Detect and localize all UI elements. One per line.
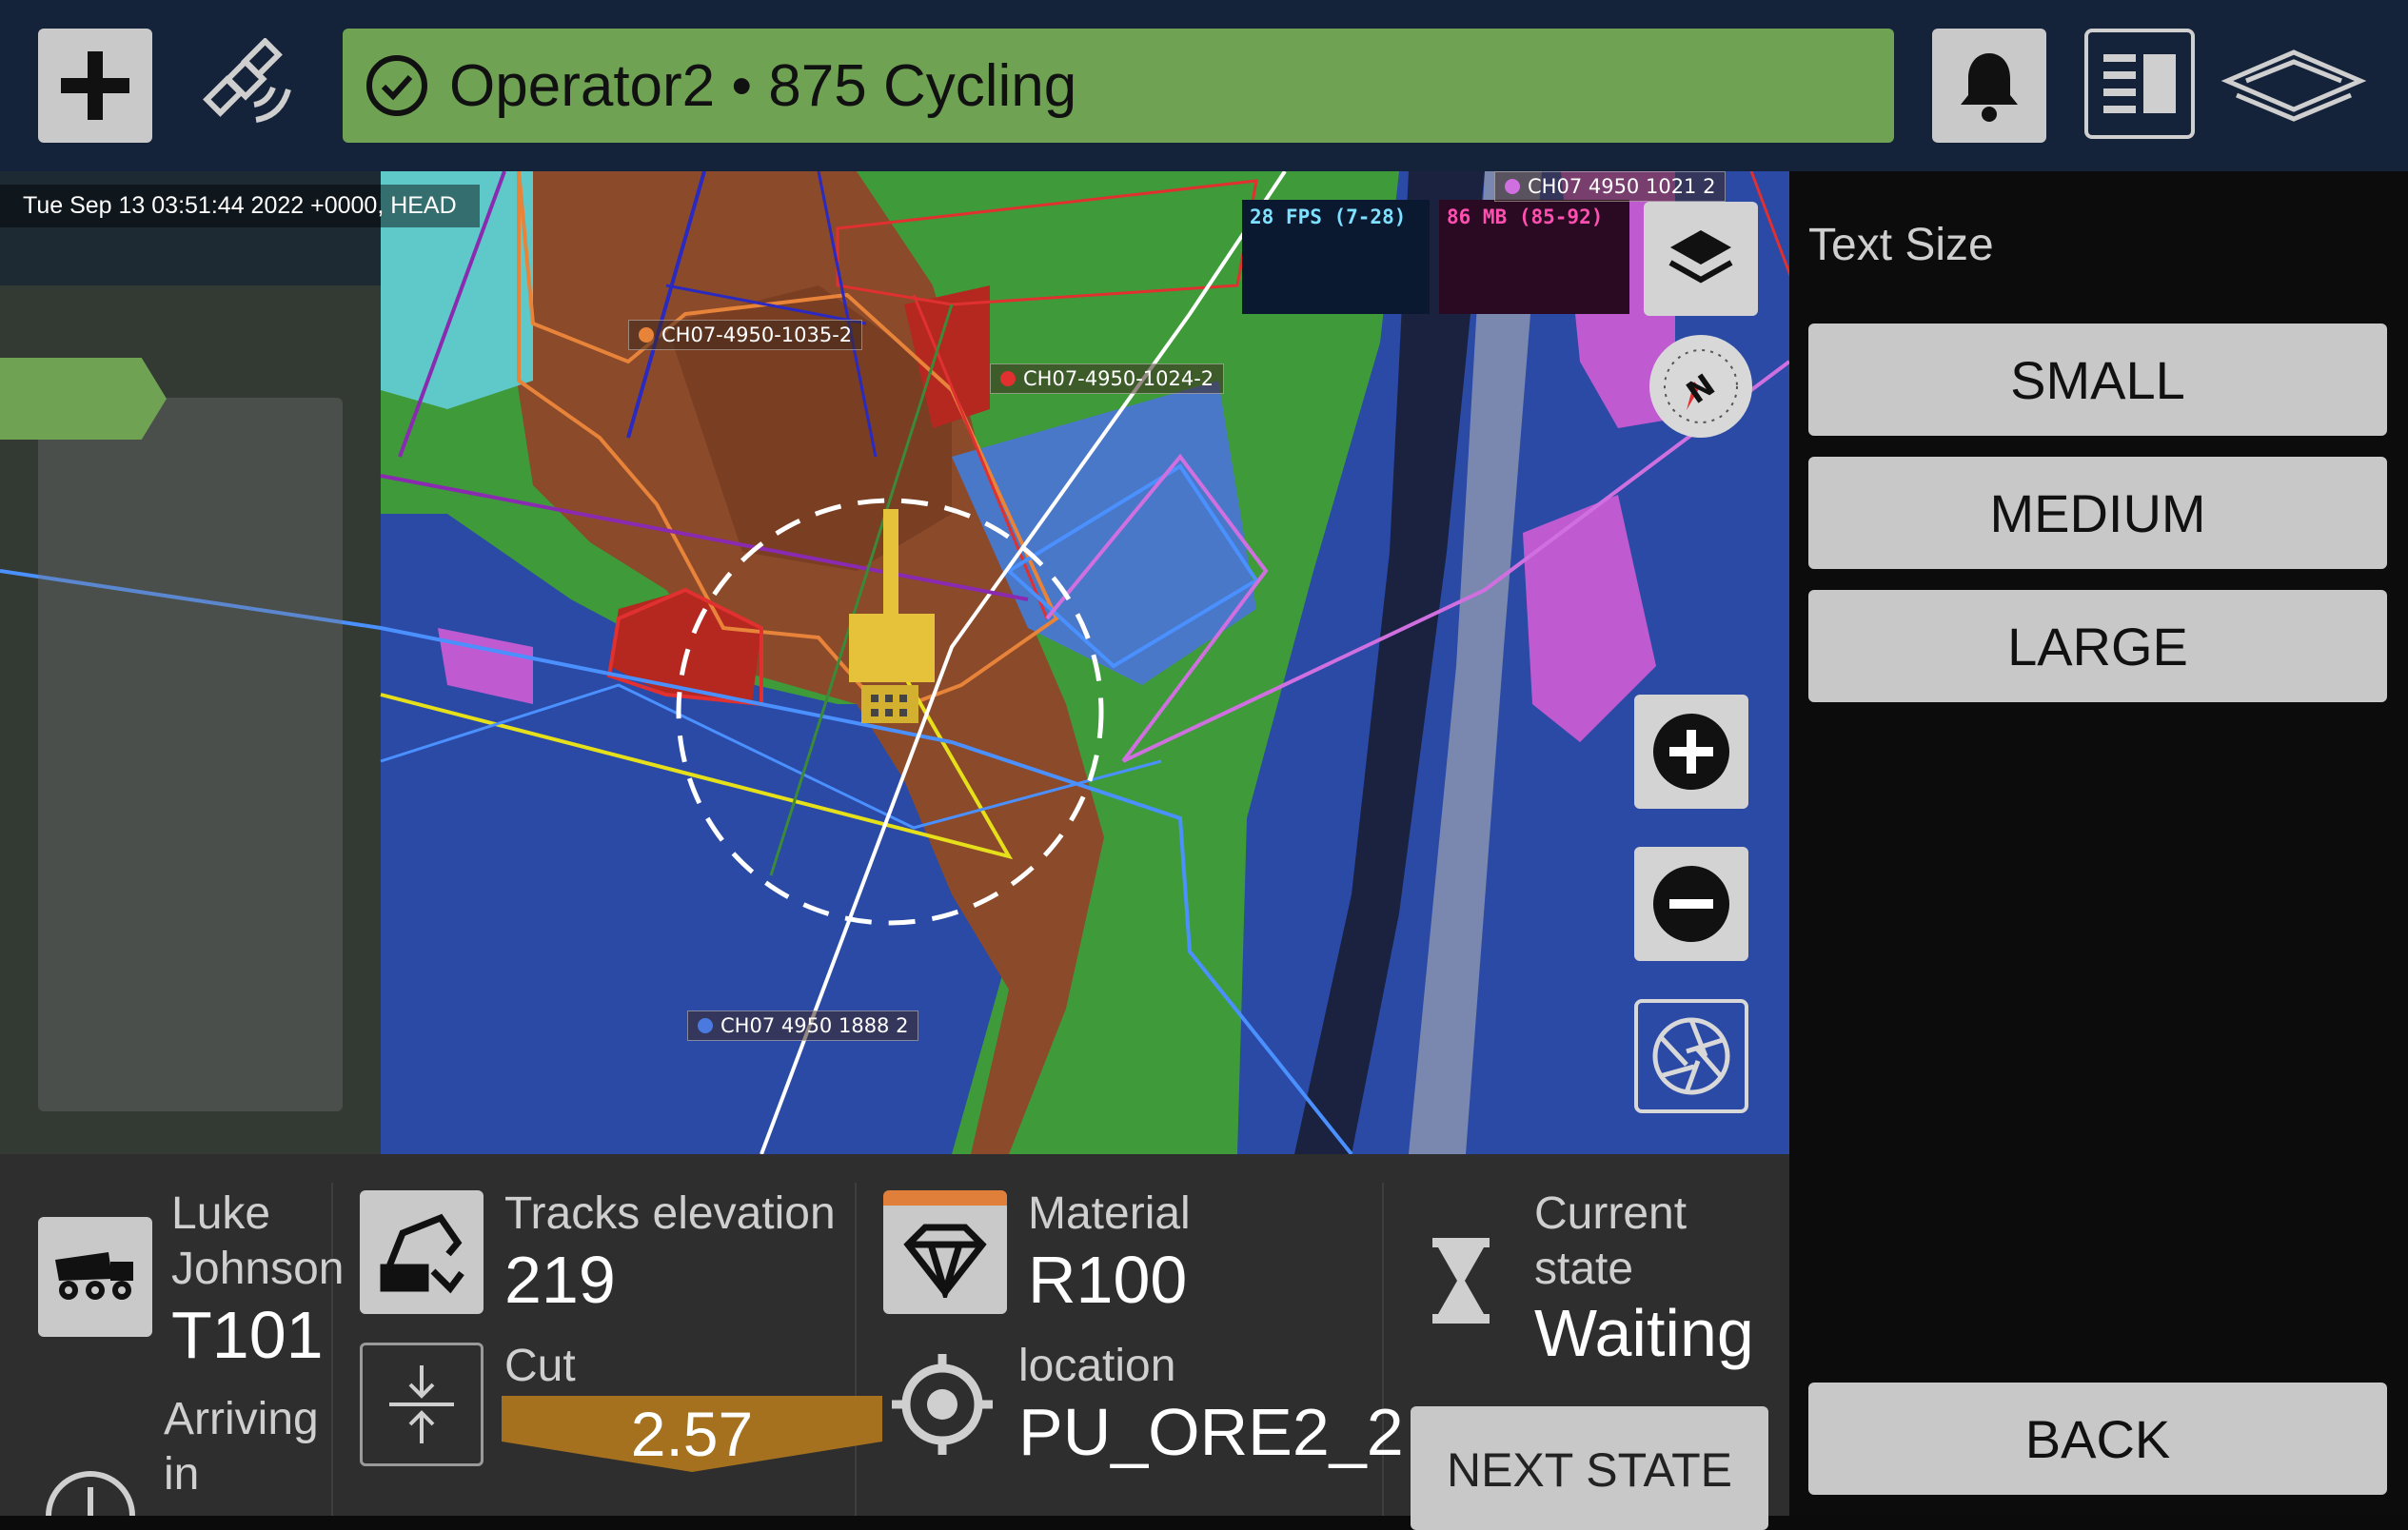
compass-icon: N <box>1664 349 1738 423</box>
notifications-button[interactable] <box>1932 29 2046 143</box>
zoom-out-button[interactable] <box>1634 847 1748 961</box>
label-dot <box>639 327 654 343</box>
tracks-elevation-label: Tracks elevation <box>504 1188 836 1239</box>
label-dot <box>1000 371 1016 386</box>
zoom-out-icon <box>1653 866 1729 942</box>
label-dot <box>1505 179 1520 194</box>
map-label-text: CH07-4950-1024-2 <box>1023 367 1214 390</box>
fps-text: 28 FPS (7-28) <box>1250 206 1407 228</box>
current-state-value: Waiting <box>1534 1296 1754 1370</box>
operator-status-text: Operator2 • 875 Cycling <box>449 52 1077 119</box>
drawer-handle[interactable] <box>0 358 167 440</box>
layers-icon <box>1668 230 1733 284</box>
material-icon-box[interactable] <box>883 1190 1007 1314</box>
location-value: PU_ORE2_2 <box>1018 1395 1404 1469</box>
map-label-text: CH07 4950 1021 2 <box>1528 175 1716 198</box>
memory-meter: 86 MB (85-92) <box>1439 200 1629 314</box>
tracks-elevation-value: 219 <box>504 1243 616 1317</box>
zoom-in-icon <box>1653 714 1729 790</box>
diamond-icon <box>903 1224 987 1298</box>
back-button[interactable]: BACK <box>1808 1383 2387 1495</box>
map-label-text: CH07-4950-1035-2 <box>661 324 853 346</box>
clock-icon <box>46 1471 135 1516</box>
cut-value: 2.57 <box>630 1399 754 1469</box>
panel-toggle-button[interactable] <box>2084 29 2195 139</box>
camera-aperture-button[interactable] <box>1634 999 1748 1113</box>
map-timestamp: Tue Sep 13 03:51:44 2022 +0000, HEAD <box>0 185 480 227</box>
compass-button[interactable]: N <box>1649 335 1752 438</box>
material-value: R100 <box>1028 1243 1188 1317</box>
bell-icon <box>1961 53 2018 122</box>
map-label-1888[interactable]: CH07 4950 1888 2 <box>687 1010 919 1041</box>
dump-truck-icon <box>55 1252 133 1300</box>
label-dot <box>698 1018 713 1033</box>
map-label-1024[interactable]: CH07-4950-1024-2 <box>990 363 1225 394</box>
current-state-label: Current state <box>1534 1188 1688 1294</box>
add-button[interactable] <box>38 29 152 143</box>
map-view[interactable]: Tue Sep 13 03:51:44 2022 +0000, HEAD 28 … <box>0 171 1789 1154</box>
memory-text: 86 MB (85-92) <box>1447 206 1604 228</box>
left-drawer-panel[interactable] <box>38 398 343 1111</box>
location-label: location <box>1018 1341 1176 1391</box>
panel-toggle-icon <box>2103 54 2176 113</box>
text-size-panel: Text Size SMALL MEDIUM LARGE BACK <box>1789 171 2408 1516</box>
fps-meter: 28 FPS (7-28) <box>1242 200 1430 314</box>
excavator-icon-box[interactable] <box>360 1190 484 1314</box>
divider <box>855 1183 857 1516</box>
top-bar: Operator2 • 875 Cycling <box>0 0 2408 171</box>
truck-driver-name: Luke Johnson <box>171 1188 345 1294</box>
brand-logo-icon <box>2218 43 2370 128</box>
material-label: Material <box>1028 1188 1191 1239</box>
check-circle-icon <box>366 55 427 116</box>
text-size-large-button[interactable]: LARGE <box>1808 590 2387 702</box>
arriving-label: Arriving in <box>164 1394 319 1500</box>
map-label-1035[interactable]: CH07-4950-1035-2 <box>628 320 863 350</box>
satellite-icon[interactable] <box>195 37 300 133</box>
cut-icon-box[interactable] <box>360 1343 484 1466</box>
text-size-medium-button[interactable]: MEDIUM <box>1808 457 2387 569</box>
layers-button[interactable] <box>1644 202 1758 316</box>
operator-status-banner[interactable]: Operator2 • 875 Cycling <box>343 29 1894 143</box>
truck-id: T101 <box>171 1298 324 1372</box>
plus-icon <box>61 51 129 120</box>
cut-fill-icon <box>389 1365 454 1443</box>
hourglass-icon <box>1432 1238 1490 1324</box>
aperture-icon <box>1652 1017 1730 1095</box>
zoom-in-button[interactable] <box>1634 695 1748 809</box>
truck-icon-box[interactable] <box>38 1217 152 1337</box>
crosshair-icon <box>892 1354 993 1455</box>
svg-text:N: N <box>1680 366 1722 410</box>
excavator-icon <box>380 1213 464 1294</box>
next-state-button[interactable]: NEXT STATE <box>1411 1406 1768 1530</box>
map-label-1021[interactable]: CH07 4950 1021 2 <box>1494 171 1727 202</box>
text-size-title: Text Size <box>1808 220 1994 270</box>
cut-label: Cut <box>504 1341 576 1391</box>
map-label-text: CH07 4950 1888 2 <box>720 1014 909 1037</box>
text-size-small-button[interactable]: SMALL <box>1808 324 2387 436</box>
